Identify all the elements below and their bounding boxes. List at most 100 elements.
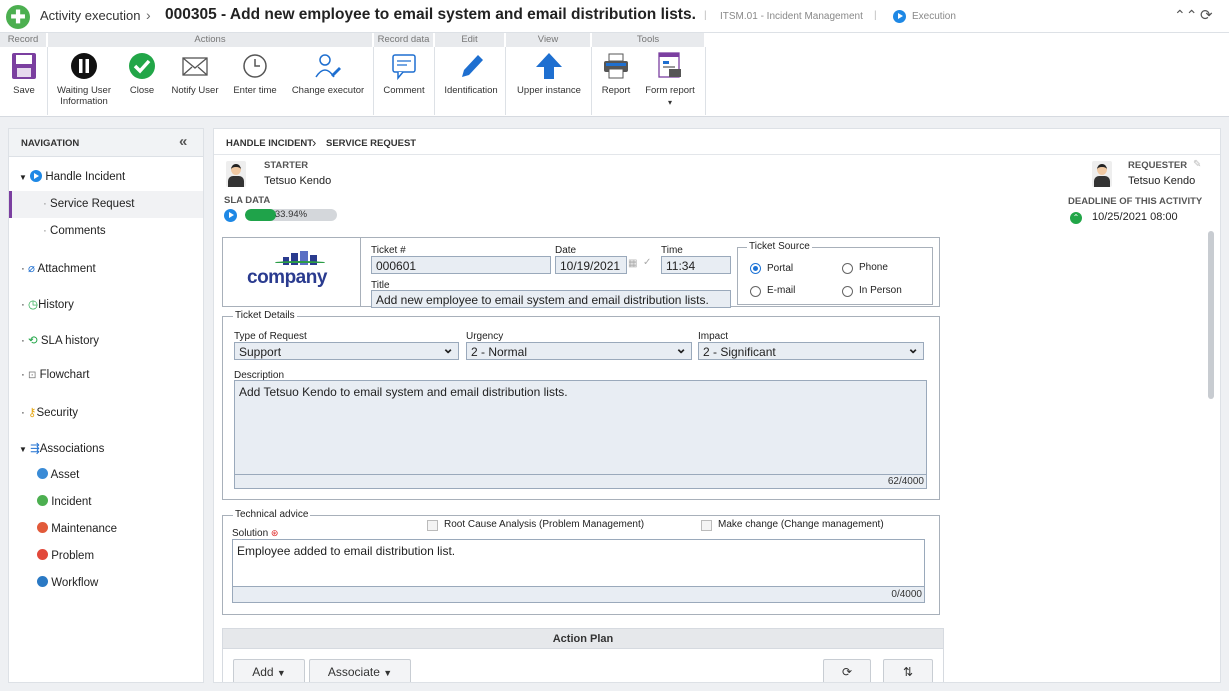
calendar-icon[interactable]: ▦ [628,258,637,269]
save-icon [12,53,36,79]
form-report-icon [658,52,681,78]
refresh-icon[interactable]: ⟳ [1200,6,1213,24]
nav-item-comments[interactable]: · Comments [43,225,106,237]
add-button[interactable]: Add ▼ [233,659,305,682]
maintenance-icon [37,522,48,533]
solution-counter: 0/4000 [891,589,922,600]
nav-item-associations[interactable]: ▼ ⇶Associations [19,441,104,455]
nav-item-flowchart[interactable]: · ⊡ Flowchart [21,369,89,381]
technical-advice-group: Technical advice Root Cause Analysis (Pr… [222,509,940,615]
nav-item-security[interactable]: · ⚷Security [21,405,78,419]
nav-item-maintenance[interactable]: Maintenance [37,522,117,535]
check-icon[interactable]: ✓ [643,257,651,268]
impact-select[interactable]: 2 - Significant [698,340,924,360]
asset-icon [37,468,48,479]
breadcrumb-first[interactable]: HANDLE INCIDENT [226,138,313,149]
root-cause-checkbox[interactable] [427,520,438,531]
make-change-checkbox[interactable] [701,520,712,531]
impact-label: Impact [698,331,729,342]
description-counter: 62/4000 [887,476,924,487]
pause-icon [71,53,97,79]
starter-name: Tetsuo Kendo [264,175,332,187]
sla-play-icon[interactable] [224,209,237,222]
waiting-user-information-button[interactable]: Waiting User Information [52,51,116,107]
type-of-request-select[interactable]: Support [234,340,459,360]
radio-phone[interactable] [842,263,853,274]
urgency-select[interactable]: 2 - Normal [466,340,692,360]
edit-requester-icon[interactable]: ✎ [1193,159,1201,170]
close-button[interactable]: Close [124,51,160,96]
radio-in-person-label: In Person [859,285,902,296]
title-bar: ✚ Activity execution › 000305 - Add new … [0,0,1229,33]
printer-icon [604,53,628,79]
company-logo: company [223,238,361,306]
solution-label: Solution ⊛ [232,528,279,539]
save-button[interactable]: Save [4,51,44,96]
check-circle-icon [129,53,155,79]
pencil-icon [462,55,483,77]
workflow-icon [37,576,48,587]
app-logo-icon: ✚ [6,5,30,29]
breadcrumb: HANDLE INCIDENT › SERVICE REQUEST [214,129,1220,155]
dropdown-caret-icon: ▼ [383,668,393,678]
execution-icon [893,10,906,23]
nav-item-incident[interactable]: Incident [37,495,91,508]
clock-icon [243,54,267,78]
vertical-scrollbar[interactable] [1208,231,1214,399]
app-title: Activity execution [40,8,141,23]
description-textarea[interactable]: Add Tetsuo Kendo to email system and ema… [234,380,927,489]
title-separator: › [146,7,151,23]
envelope-icon [182,57,208,76]
sort-icon: ⇅ [902,665,914,679]
collapse-header-icon[interactable]: ⌃⌃ [1174,7,1197,24]
urgency-label: Urgency [466,331,504,342]
time-field[interactable]: 11:34 [661,256,731,274]
nav-item-sla-history[interactable]: · ⟲ SLA history [21,333,99,347]
title-field[interactable]: Add new employee to email system and ema… [371,290,731,308]
process-name: ITSM.01 - Incident Management [720,11,863,22]
refresh-button[interactable]: ⟳ [823,659,871,682]
notify-user-button[interactable]: Notify User [168,51,222,96]
deadline-label: DEADLINE OF THIS ACTIVITY [1068,196,1203,207]
report-button[interactable]: Report [596,51,636,96]
radio-email[interactable] [750,286,761,297]
caret-down-icon: ▼ [19,445,27,454]
dropdown-caret-icon: ▾ [667,98,672,107]
radio-portal-label: Portal [767,263,794,274]
status-text: Execution [912,11,956,22]
root-cause-label: Root Cause Analysis (Problem Management) [444,519,645,530]
enter-time-button[interactable]: Enter time [228,51,282,96]
make-change-label: Make change (Change management) [718,519,884,530]
change-executor-button[interactable]: Change executor [286,51,370,96]
nav-item-history[interactable]: · ◷History [21,297,74,311]
collapse-navigation-icon[interactable]: « [179,133,187,150]
radio-in-person[interactable] [842,286,853,297]
starter-avatar [226,161,246,187]
nav-item-asset[interactable]: Asset [37,468,79,481]
group-tools: Tools [592,33,705,47]
ticket-number-field[interactable]: 000601 [371,256,551,274]
navigation-header: NAVIGATION « [9,129,203,157]
refresh-icon: ⟳ [841,665,853,679]
sort-button[interactable]: ⇅ [883,659,933,682]
upper-instance-button[interactable]: Upper instance [511,51,587,96]
action-plan-title: Action Plan [552,633,614,645]
requester-name: Tetsuo Kendo [1128,175,1196,187]
nav-item-workflow[interactable]: Workflow [37,576,98,589]
form-report-button[interactable]: Form report ▾ [640,51,700,108]
date-field[interactable]: 10/19/2021 [555,256,627,274]
ticket-header-box: company Ticket # 000601 Date 10/19/2021 … [222,237,940,308]
nav-item-attachment[interactable]: · ⌀ Attachment [21,261,96,275]
nav-item-handle-incident[interactable]: ▼ Handle Incident [19,170,125,183]
radio-portal[interactable] [750,263,761,274]
group-edit: Edit [435,33,505,47]
comment-button[interactable]: Comment [378,51,430,96]
associate-button[interactable]: Associate ▼ [309,659,411,682]
nav-item-problem[interactable]: Problem [37,549,94,562]
comment-icon [392,54,416,81]
action-plan-panel: Action Plan Add ▼ Associate ▼ ⟳ ⇅ [222,628,944,682]
solution-textarea[interactable]: Employee added to email distribution lis… [232,539,925,603]
nav-item-service-request[interactable]: · Service Request [43,198,134,210]
record-title: 000305 - Add new employee to email syste… [165,6,696,23]
identification-button[interactable]: Identification [439,51,503,96]
